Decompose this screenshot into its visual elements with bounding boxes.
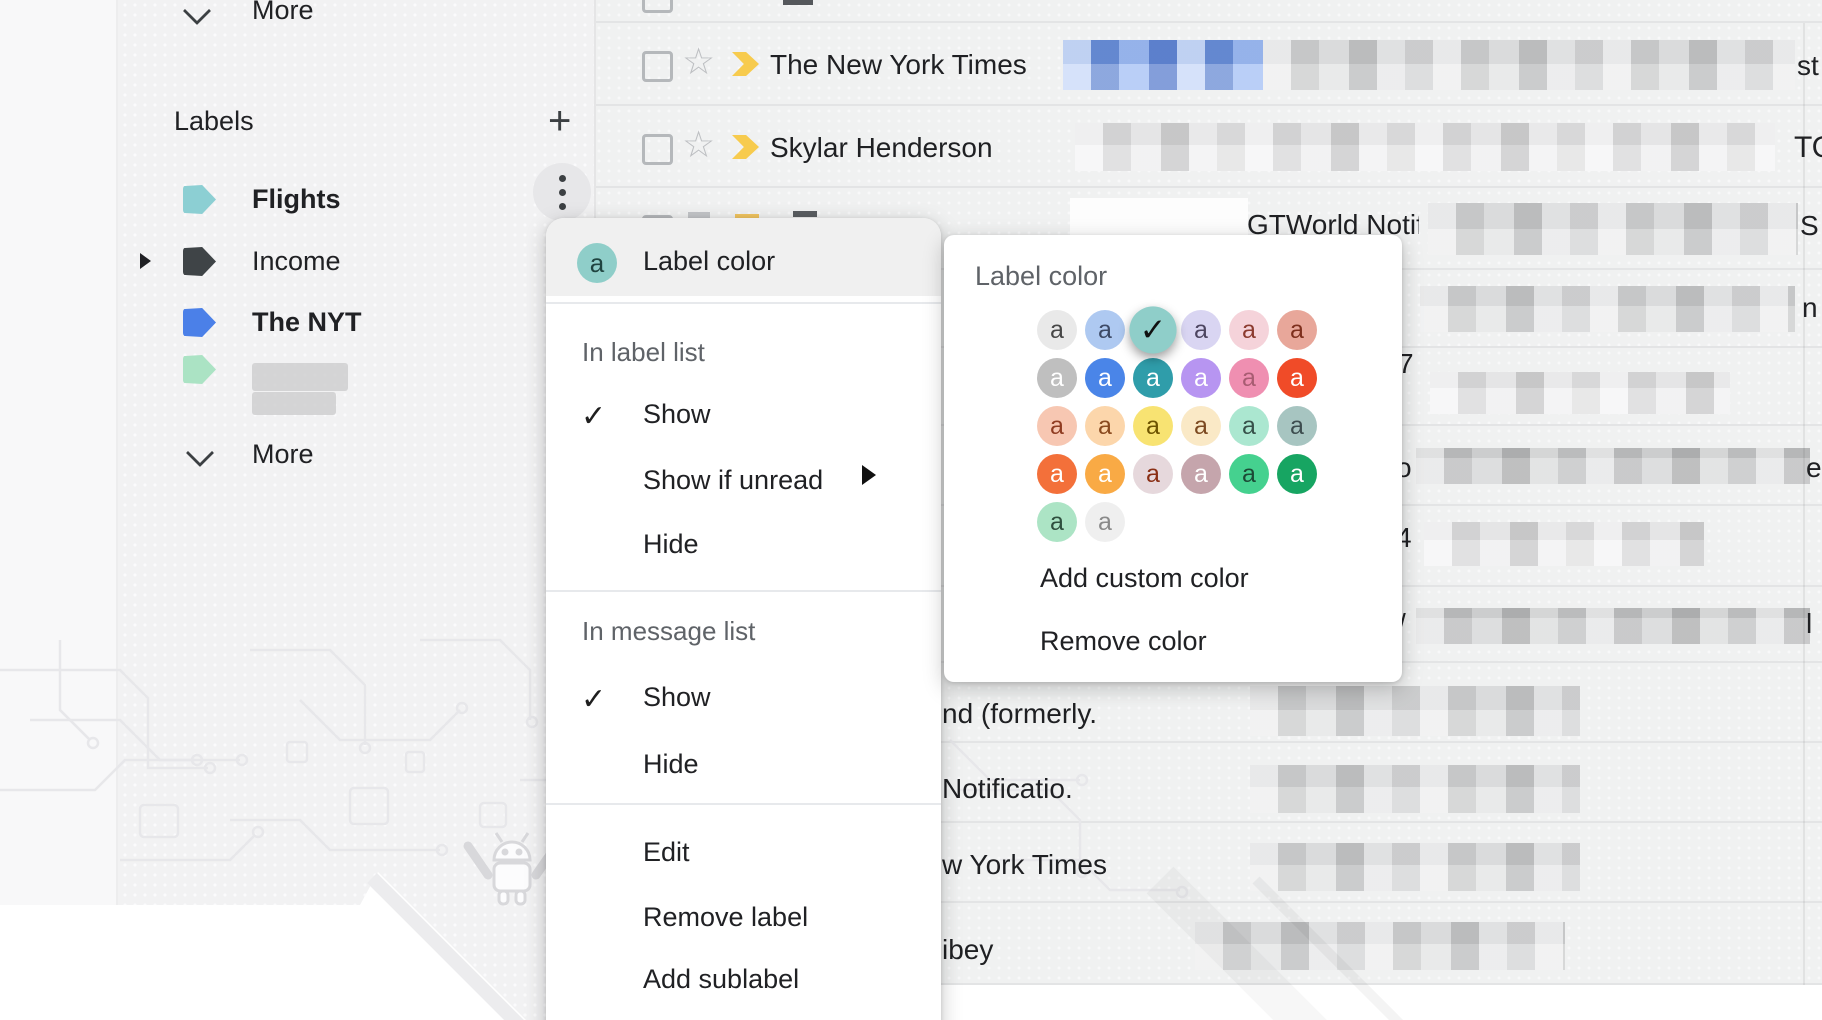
menu-item-add-sublabel[interactable]: Add sublabel	[643, 964, 799, 995]
redacted-subject-blur	[1063, 40, 1263, 90]
color-swatch[interactable]: a	[1085, 454, 1125, 494]
color-swatch[interactable]: a	[1229, 454, 1269, 494]
menu-section-header: In message list	[582, 616, 755, 647]
menu-item-edit[interactable]: Edit	[643, 837, 690, 868]
check-icon: ✓	[581, 402, 606, 432]
label-color-a-icon: a	[577, 243, 617, 283]
email-sender-fragment[interactable]: Notificatio.	[942, 773, 1073, 805]
redacted-subject-blur	[1195, 922, 1565, 970]
edge-text-fragment: TO	[1794, 131, 1822, 165]
edge-text-fragment: e	[1806, 452, 1822, 484]
color-swatch[interactable]: a	[1181, 406, 1221, 446]
email-sender[interactable]: The New York Times	[770, 49, 1027, 81]
list-edge-divider	[1803, 23, 1805, 985]
checkbox-partial[interactable]	[642, 0, 673, 13]
menu-item-show-message-list[interactable]: Show	[643, 682, 711, 713]
edge-text-fragment: st	[1797, 50, 1819, 82]
menu-item-label: Label color	[643, 246, 775, 277]
color-swatch[interactable]: a	[1277, 310, 1317, 350]
label-context-menu: a Label color In label list ✓ Show Show …	[546, 218, 941, 1020]
color-swatch[interactable]: a	[1181, 454, 1221, 494]
redacted-subject-blur	[1263, 40, 1795, 90]
redacted-label-name[interactable]	[252, 363, 348, 391]
redacted-subject-blur	[1075, 123, 1775, 171]
color-swatch[interactable]: a	[1037, 406, 1077, 446]
color-swatch-grid: aa✓aaaaaaaaaaaaaaaaaaaaaaa	[1037, 310, 1325, 542]
star-icon[interactable]: ☆	[682, 130, 715, 160]
color-swatch[interactable]: a	[1085, 310, 1125, 350]
submenu-title: Label color	[975, 261, 1107, 292]
color-swatch[interactable]: a	[1277, 358, 1317, 398]
sidebar-label-flights[interactable]: Flights	[252, 184, 341, 215]
menu-item-hide[interactable]: Hide	[643, 529, 699, 560]
menu-item-remove-label[interactable]: Remove label	[643, 902, 808, 933]
redacted-subject-blur	[1416, 608, 1810, 644]
menu-item-show-if-unread[interactable]: Show if unread	[643, 465, 823, 496]
sender-text-partial	[793, 211, 817, 217]
color-swatch[interactable]: a	[1037, 310, 1077, 350]
menu-section-header: In label list	[582, 337, 705, 368]
window-edge-strip	[0, 0, 118, 1020]
label-options-button[interactable]	[533, 163, 591, 221]
gmail-screenshot: ☆ The New York Times st ☆ Skylar Henders…	[0, 0, 1822, 1020]
checkbox[interactable]	[642, 51, 673, 82]
color-swatch[interactable]: a	[1229, 406, 1269, 446]
menu-item-label-color[interactable]: a Label color	[546, 218, 941, 296]
menu-item-remove-color[interactable]: Remove color	[1040, 626, 1207, 657]
sidebar-more-top[interactable]: More	[252, 0, 314, 26]
color-swatch[interactable]: a	[1181, 310, 1221, 350]
color-swatch[interactable]: a	[1277, 454, 1317, 494]
color-swatch[interactable]: a	[1085, 502, 1125, 542]
redacted-subject-blur	[1416, 448, 1810, 484]
edge-text-fragment: n	[1802, 292, 1818, 324]
color-swatch[interactable]: a	[1037, 454, 1077, 494]
sidebar-more-bottom[interactable]: More	[252, 439, 314, 470]
color-swatch[interactable]: a	[1037, 358, 1077, 398]
sidebar-label-income[interactable]: Income	[252, 246, 341, 277]
edge-text-fragment: S	[1800, 210, 1819, 242]
color-swatch[interactable]: a	[1181, 358, 1221, 398]
color-swatch[interactable]: a	[1133, 358, 1173, 398]
redacted-subject-blur	[1424, 522, 1704, 566]
email-sender[interactable]: Skylar Henderson	[770, 132, 993, 164]
check-icon: ✓	[581, 685, 606, 715]
create-label-plus-icon[interactable]: +	[548, 106, 571, 136]
menu-item-add-custom-color[interactable]: Add custom color	[1040, 563, 1249, 594]
redacted-subject-blur	[1250, 686, 1580, 736]
expand-arrow-icon[interactable]	[140, 253, 151, 269]
email-sender-fragment[interactable]: ibey	[942, 934, 993, 966]
sidebar-label-nyt[interactable]: The NYT	[252, 307, 362, 338]
color-swatch[interactable]: a	[1085, 358, 1125, 398]
email-row[interactable]	[594, 0, 1822, 23]
color-swatch-selected[interactable]: ✓	[1129, 306, 1176, 353]
email-sender-fragment[interactable]: nd (formerly.	[942, 698, 1097, 730]
color-swatch[interactable]: a	[1229, 358, 1269, 398]
sender-text-partial	[783, 0, 813, 5]
menu-item-show[interactable]: Show	[643, 399, 711, 430]
redacted-subject-blur	[1250, 843, 1580, 891]
edge-text-fragment: l	[1806, 608, 1812, 640]
star-icon[interactable]: ☆	[682, 47, 715, 77]
color-swatch[interactable]: a	[1085, 406, 1125, 446]
redacted-subject-blur	[1428, 203, 1798, 255]
redacted-subject-blur	[1250, 765, 1580, 813]
color-swatch[interactable]: a	[1229, 310, 1269, 350]
color-swatch[interactable]: a	[1037, 502, 1077, 542]
redacted-subject-blur	[1420, 286, 1795, 332]
menu-item-hide-message-list[interactable]: Hide	[643, 749, 699, 780]
redacted-subject-blur	[1430, 372, 1730, 414]
email-sender-fragment[interactable]: w York Times	[942, 849, 1107, 881]
checkbox[interactable]	[642, 134, 673, 165]
redacted-label-name	[252, 392, 336, 415]
color-swatch[interactable]: a	[1277, 406, 1317, 446]
labels-heading: Labels	[174, 106, 254, 137]
color-swatch[interactable]: a	[1133, 406, 1173, 446]
color-swatch[interactable]: a	[1133, 454, 1173, 494]
